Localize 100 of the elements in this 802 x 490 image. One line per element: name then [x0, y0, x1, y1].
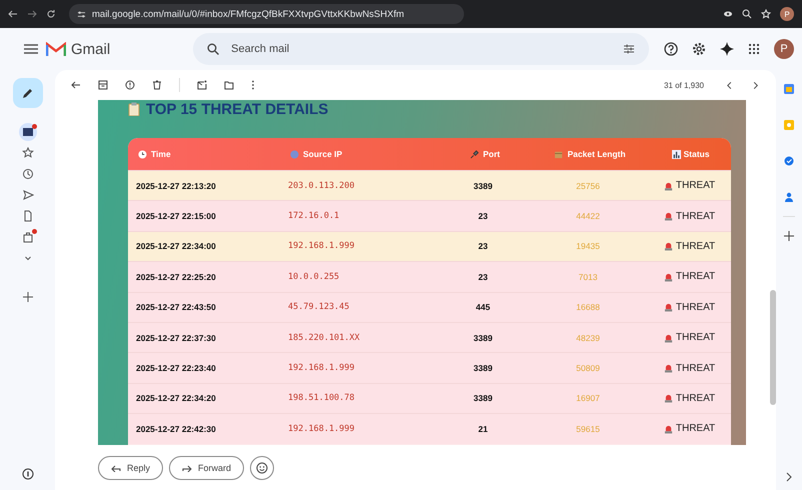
length-cell: 25756: [576, 180, 600, 191]
forward-arrow-icon: [182, 464, 192, 472]
port-cell: 3389: [474, 180, 492, 191]
help-icon[interactable]: [664, 42, 678, 56]
zoom-icon[interactable]: [742, 9, 752, 19]
search-bar[interactable]: Search mail: [193, 33, 650, 65]
ip-cell: 172.16.0.1: [288, 211, 340, 222]
profile-avatar[interactable]: P: [780, 7, 794, 21]
notification-dot: [32, 229, 36, 234]
port-cell: 3389: [474, 393, 492, 404]
reply-arrow-icon: [111, 464, 121, 472]
eye-icon[interactable]: [723, 9, 733, 19]
back-icon[interactable]: [8, 9, 18, 19]
more-icon[interactable]: [251, 80, 255, 90]
search-icon: [207, 43, 220, 55]
bag-icon: [22, 231, 34, 243]
mail-logo-icon: [46, 42, 66, 56]
filter-icon[interactable]: [623, 43, 636, 55]
site-settings-icon[interactable]: [77, 10, 86, 18]
port-cell: 23: [478, 241, 488, 252]
siren-icon: [664, 363, 673, 374]
scrollbar-thumb[interactable]: [770, 290, 776, 405]
ip-cell: 185.220.101.XX: [288, 332, 360, 343]
reply-button[interactable]: Reply: [98, 456, 164, 480]
pencil-icon: [22, 87, 34, 99]
add-icon[interactable]: [784, 231, 794, 241]
clock-icon: [138, 150, 147, 158]
settings-icon[interactable]: [692, 42, 706, 56]
next-icon[interactable]: [751, 80, 760, 90]
sparkle-icon[interactable]: [720, 42, 734, 56]
length-cell: 50809: [576, 363, 600, 374]
column-header: Port: [483, 149, 500, 159]
port-cell: 445: [476, 302, 490, 312]
menu-icon[interactable]: [24, 44, 38, 54]
siren-icon: [664, 180, 673, 191]
clock-icon: [22, 168, 34, 180]
star-icon[interactable]: [761, 9, 771, 19]
length-cell: 59615: [576, 424, 600, 434]
reload-icon[interactable]: [46, 9, 56, 19]
send-icon: [22, 189, 34, 201]
document-icon: [22, 210, 34, 222]
siren-icon: [664, 272, 673, 282]
emoji-button[interactable]: [250, 456, 274, 480]
siren-icon: [664, 241, 673, 252]
move-folder-icon[interactable]: [224, 80, 234, 90]
status-cell: THREAT: [676, 362, 716, 374]
status-cell: THREAT: [676, 210, 716, 222]
port-cell: 23: [478, 272, 488, 282]
time-cell: 2025-12-27 22:43:50: [136, 302, 216, 312]
port-cell: 23: [478, 211, 488, 222]
port-cell: 21: [478, 424, 488, 434]
length-cell: 48239: [576, 332, 600, 343]
info-icon[interactable]: [22, 468, 34, 480]
forward-button[interactable]: Forward: [169, 456, 244, 480]
length-cell: 16907: [576, 393, 600, 404]
smiley-icon: [256, 462, 268, 474]
time-cell: 2025-12-27 22:34:20: [136, 393, 216, 404]
length-cell: 7013: [578, 272, 598, 282]
column-header: Time: [151, 149, 171, 159]
status-cell: THREAT: [676, 332, 716, 344]
bar-chart-icon: [672, 150, 680, 158]
column-header: Status: [684, 149, 710, 159]
compose-button[interactable]: [12, 78, 42, 108]
length-cell: 16688: [576, 302, 600, 312]
contacts-icon[interactable]: [784, 192, 794, 202]
column-header: Packet Length: [567, 149, 626, 159]
globe-icon: [290, 150, 299, 158]
report-icon[interactable]: [125, 80, 135, 90]
url-text: mail.google.com/mail/u/0/#inbox/FMfcgzQfBkFXXtvpGVttxKKbwNsSHXfm: [92, 8, 404, 20]
nav-item[interactable]: [18, 123, 36, 141]
status-cell: THREAT: [676, 240, 716, 252]
archive-icon[interactable]: [98, 80, 108, 90]
star-icon: [22, 147, 34, 159]
siren-icon: [664, 424, 673, 434]
tasks-icon[interactable]: [784, 156, 794, 166]
siren-icon: [664, 211, 673, 222]
forward-icon[interactable]: [27, 9, 37, 19]
time-cell: 2025-12-27 22:37:30: [136, 332, 216, 343]
search-input[interactable]: Search mail: [229, 42, 614, 56]
address-bar[interactable]: mail.google.com/mail/u/0/#inbox/FMfcgzQfBkFXXtvpGVttxKKbwNsSHXfm: [69, 4, 464, 24]
expand-icon[interactable]: [786, 472, 792, 482]
ip-cell: 45.79.123.45: [288, 302, 350, 312]
time-cell: 2025-12-27 22:34:00: [136, 241, 216, 252]
account-avatar[interactable]: P: [774, 39, 794, 59]
previous-icon[interactable]: [725, 80, 734, 90]
delete-icon[interactable]: [152, 80, 162, 90]
ip-cell: 192.168.1.999: [288, 424, 355, 434]
length-cell: 19435: [576, 241, 600, 252]
port-cell: 3389: [474, 363, 492, 374]
mark-unread-icon[interactable]: [197, 80, 207, 90]
back-arrow-icon[interactable]: [71, 80, 81, 90]
status-cell: THREAT: [676, 392, 716, 404]
apps-icon[interactable]: [748, 43, 760, 55]
add-label-icon[interactable]: [22, 292, 32, 302]
section-title: TOP 15 THREAT DETAILS: [146, 100, 328, 118]
app-name: Gmail: [71, 40, 110, 58]
siren-icon: [664, 393, 673, 404]
ip-cell: 203.0.113.200: [288, 180, 355, 191]
siren-icon: [664, 332, 673, 343]
siren-icon: [664, 302, 673, 312]
